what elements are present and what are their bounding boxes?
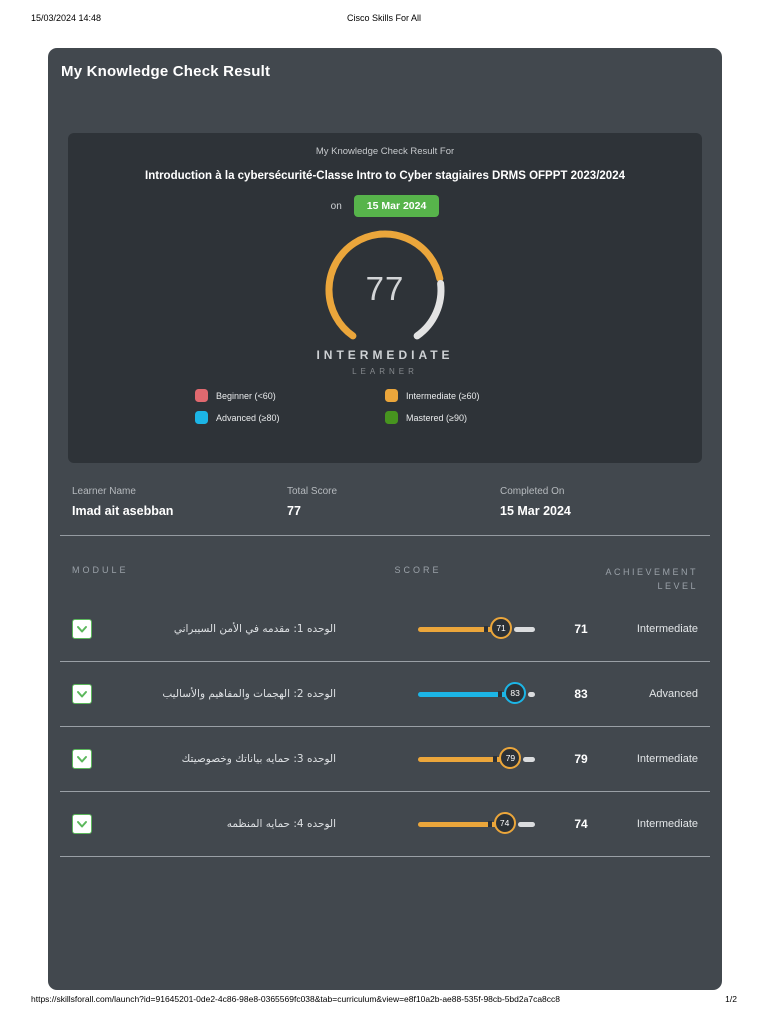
summary-heading: My Knowledge Check Result For [315, 146, 455, 157]
module-achievement-level: Intermediate [636, 818, 698, 830]
module-score-slider[interactable]: 83 [418, 682, 535, 705]
slider-thumb: 83 [504, 682, 527, 704]
legend-swatch [195, 389, 208, 402]
module-name: الوحده 3: حمايه بياناتك وخصوصيتك [181, 753, 336, 765]
module-name: الوحده 1: مقدمه في الأمن السيبراني [173, 623, 336, 635]
expand-module-button[interactable] [72, 619, 92, 639]
slider-thumb: 71 [490, 617, 513, 639]
slider-tick [487, 821, 492, 827]
summary-panel: My Knowledge Check Result For Introducti… [68, 133, 702, 463]
modules-table-header: MODULE SCORE ACHIEVEMENT LEVEL [48, 565, 722, 593]
chevron-down-icon [77, 821, 87, 828]
slider-rest [523, 756, 535, 762]
legend-swatch [195, 411, 208, 424]
module-score-slider[interactable]: 74 [418, 812, 535, 835]
chevron-down-icon [77, 691, 87, 698]
legend-item: Intermediate (≥60) [385, 389, 575, 402]
score-gauge: 77 [310, 228, 460, 346]
expand-module-button[interactable] [72, 749, 92, 769]
legend-label: Mastered (≥90) [406, 412, 467, 423]
slider-tick [498, 691, 503, 697]
completed-on-label: Completed On [500, 486, 565, 497]
legend-label: Intermediate (≥60) [406, 390, 480, 401]
legend-label: Beginner (<60) [216, 390, 276, 401]
header-score: SCORE [394, 565, 442, 575]
total-score-gauge-value: 77 [365, 270, 405, 307]
page-title: My Knowledge Check Result [61, 63, 271, 80]
slider-tick [493, 756, 498, 762]
slider-rest [517, 821, 535, 827]
slider-rest [528, 691, 535, 697]
expand-module-button[interactable] [72, 814, 92, 834]
completed-on-col: Completed On 15 Mar 2024 [500, 486, 698, 518]
slider-thumb: 74 [493, 812, 516, 834]
module-score-slider[interactable]: 71 [418, 617, 535, 640]
footer-page-number: 1/2 [725, 994, 737, 1004]
module-rows: الوحده 1: مقدمه في الأمن السيبراني 71 71… [60, 597, 710, 857]
print-footer: https://skillsforall.com/launch?id=91645… [31, 994, 737, 1004]
legend: Beginner (<60) Intermediate (≥60) Advanced… [187, 389, 583, 424]
slider-fill [418, 626, 502, 632]
section-divider [60, 535, 710, 536]
module-achievement-level: Advanced [649, 688, 698, 700]
module-score-value: 83 [574, 687, 588, 701]
date-badge: 15 Mar 2024 [353, 195, 440, 217]
total-score-value: 77 [287, 504, 301, 518]
completed-on-value: 15 Mar 2024 [500, 504, 571, 518]
print-header: 15/03/2024 14:48 Cisco Skills For All [31, 13, 737, 23]
achievement-level-label: INTERMEDIATE [316, 348, 454, 362]
learner-name-col: Learner Name Imad ait asebban [72, 486, 287, 518]
on-label: on [330, 200, 342, 212]
chevron-down-icon [77, 756, 87, 763]
module-score-value: 71 [574, 622, 588, 636]
result-card: My Knowledge Check Result My Knowledge C… [48, 48, 722, 990]
total-score-col: Total Score 77 [287, 486, 500, 518]
slider-fill [418, 821, 505, 827]
table-row: الوحده 2: الهجمات والمفاهيم والأساليب 83… [60, 662, 710, 727]
module-name: الوحده 4: حمايه المنظمه [226, 818, 336, 830]
footer-url: https://skillsforall.com/launch?id=91645… [31, 994, 561, 1004]
total-score-label: Total Score [287, 486, 338, 497]
module-name: الوحده 2: الهجمات والمفاهيم والأساليب [162, 688, 336, 700]
learner-sublabel: LEARNER [352, 367, 418, 376]
slider-thumb: 79 [499, 747, 522, 769]
module-score-value: 79 [574, 752, 588, 766]
learner-name-value: Imad ait asebban [72, 504, 174, 518]
course-title: Introduction à la cybersécurité-Classe I… [145, 170, 625, 182]
legend-item: Advanced (≥80) [195, 411, 385, 424]
legend-swatch [385, 411, 398, 424]
chevron-down-icon [77, 626, 87, 633]
legend-swatch [385, 389, 398, 402]
module-score-slider[interactable]: 79 [418, 747, 535, 770]
legend-label: Advanced (≥80) [216, 412, 280, 423]
legend-item: Mastered (≥90) [385, 411, 575, 424]
table-row: الوحده 3: حمايه بياناتك وخصوصيتك 79 79 I… [60, 727, 710, 792]
module-achievement-level: Intermediate [636, 623, 698, 635]
header-module: MODULE [72, 565, 129, 575]
header-achievement-level: ACHIEVEMENT LEVEL [605, 567, 698, 591]
print-site-title: Cisco Skills For All [346, 13, 421, 23]
legend-item: Beginner (<60) [195, 389, 385, 402]
learner-name-label: Learner Name [72, 486, 136, 497]
learner-info-section: Learner Name Imad ait asebban Total Scor… [48, 463, 722, 518]
module-score-value: 74 [574, 817, 588, 831]
expand-module-button[interactable] [72, 684, 92, 704]
slider-tick [484, 626, 489, 632]
completed-on-row: on 15 Mar 2024 [68, 195, 702, 217]
table-row: الوحده 1: مقدمه في الأمن السيبراني 71 71… [60, 597, 710, 662]
table-row: الوحده 4: حمايه المنظمه 74 74 Intermedia… [60, 792, 710, 857]
module-achievement-level: Intermediate [636, 753, 698, 765]
slider-rest [514, 626, 535, 632]
